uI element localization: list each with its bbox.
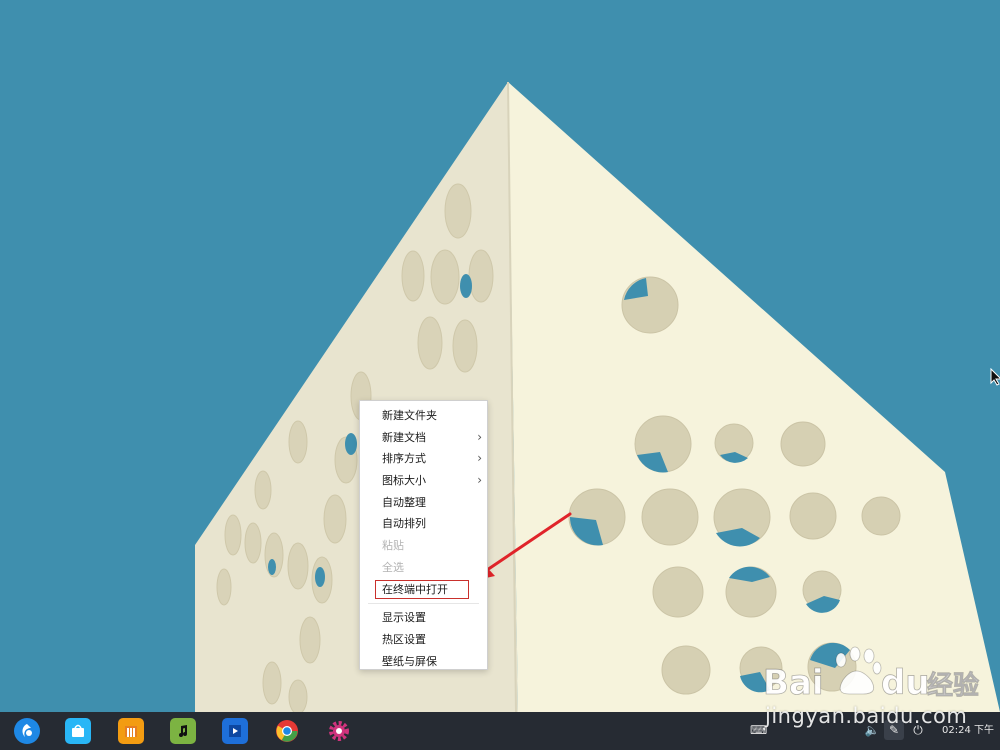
- menu-item-label: 图标大小: [382, 474, 426, 488]
- chevron-right-icon: ›: [477, 473, 482, 488]
- watermark-logo-text-right: du: [881, 663, 930, 703]
- watermark-url: jingyan.baidu.com: [765, 704, 968, 728]
- watermark-logo-text-cn: 经验: [927, 670, 979, 701]
- menu-item-new-document[interactable]: 新建文档 ›: [360, 427, 487, 449]
- menu-item-icon-size[interactable]: 图标大小 ›: [360, 470, 487, 492]
- menu-item-label: 热区设置: [382, 632, 426, 646]
- menu-item-label: 壁纸与屏保: [382, 654, 437, 668]
- chevron-right-icon: ›: [477, 451, 482, 466]
- menu-item-label: 粘贴: [382, 539, 404, 553]
- menu-item-paste: 粘贴: [360, 535, 487, 557]
- file-manager-icon[interactable]: [118, 718, 144, 744]
- keyboard-icon[interactable]: ⌨: [750, 722, 767, 738]
- settings-icon[interactable]: [326, 718, 352, 744]
- menu-item-wallpaper-screensaver[interactable]: 壁纸与屏保: [360, 651, 487, 673]
- wallpaper: [0, 0, 1000, 712]
- watermark-logo-text-left: Bai: [763, 663, 824, 703]
- baidu-jingyan-watermark: Bai du 经验: [763, 646, 979, 703]
- menu-item-label: 新建文件夹: [382, 409, 437, 422]
- menu-item-label: 全选: [382, 560, 404, 574]
- desktop[interactable]: 新建文件夹 新建文档 › 排序方式 › 图标大小 › 自动整理 自动排列 粘贴 …: [0, 0, 1000, 750]
- video-icon[interactable]: [222, 718, 248, 744]
- menu-separator: [368, 603, 479, 605]
- music-icon[interactable]: [170, 718, 196, 744]
- menu-item-sort-by[interactable]: 排序方式 ›: [360, 448, 487, 470]
- menu-item-label: 显示设置: [382, 611, 426, 625]
- menu-item-display-settings[interactable]: 显示设置: [360, 607, 487, 629]
- menu-item-auto-arrange[interactable]: 自动整理: [360, 492, 487, 514]
- launcher-icon[interactable]: [14, 718, 40, 744]
- menu-item-label: 自动排列: [382, 517, 426, 531]
- chevron-right-icon: ›: [477, 429, 482, 444]
- app-store-icon[interactable]: [65, 718, 91, 744]
- desktop-context-menu: 新建文件夹 新建文档 › 排序方式 › 图标大小 › 自动整理 自动排列 粘贴 …: [359, 400, 488, 670]
- menu-item-label: 排序方式: [382, 452, 426, 466]
- mouse-cursor-icon: [990, 368, 1000, 386]
- menu-item-label: 自动整理: [382, 495, 426, 509]
- menu-item-new-folder[interactable]: 新建文件夹: [360, 405, 487, 427]
- menu-item-label: 新建文档: [382, 430, 426, 444]
- menu-item-open-in-terminal[interactable]: 在终端中打开: [360, 579, 487, 601]
- highlight-box: [375, 579, 469, 599]
- menu-item-auto-align[interactable]: 自动排列: [360, 513, 487, 535]
- menu-item-select-all: 全选: [360, 557, 487, 579]
- menu-item-hot-corner-settings[interactable]: 热区设置: [360, 629, 487, 651]
- chrome-icon[interactable]: [274, 718, 300, 744]
